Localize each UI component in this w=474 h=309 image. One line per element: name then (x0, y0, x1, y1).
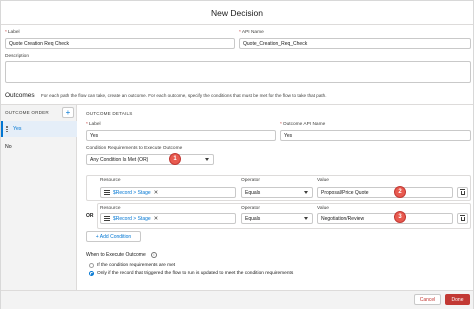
value-header: Value (317, 206, 329, 211)
description-textarea[interactable] (5, 61, 471, 83)
close-icon[interactable]: ✕ (154, 216, 159, 222)
done-button[interactable]: Done (445, 294, 470, 305)
outcome-api-name-input[interactable]: Yes (280, 130, 471, 141)
api-name-field-label: *API Name (239, 30, 264, 35)
radio-condition-met-label: If the condition requirements are met (97, 263, 176, 268)
operator-header: Operator (241, 206, 260, 211)
label-input[interactable]: Quote Creation Req Check (5, 38, 235, 49)
resource-pill[interactable]: $Record > Stage (113, 216, 151, 222)
modal-footer (1, 290, 473, 309)
close-icon[interactable]: ✕ (154, 190, 159, 196)
radio-only-if-updated-label: Only if the record that triggered the fl… (97, 271, 294, 276)
outcome-label-field-label: *Label (86, 122, 101, 127)
radio-only-if-updated[interactable] (89, 271, 94, 276)
required-marker: * (239, 30, 241, 35)
annotation-badge-1: 1 (169, 153, 181, 165)
or-label: OR (86, 213, 94, 219)
value-input[interactable]: Proposal/Price Quote (317, 187, 453, 198)
label-field-label: *Label (5, 30, 20, 35)
required-marker: * (280, 122, 282, 127)
annotation-badge-2: 2 (394, 186, 406, 198)
add-condition-button[interactable]: + Add Condition (86, 231, 141, 242)
outcome-order-label: OUTCOME ORDER (5, 110, 49, 115)
add-outcome-button[interactable]: + (62, 107, 74, 118)
value-input[interactable]: Negotiation/Review (317, 213, 453, 224)
chevron-down-icon (205, 158, 209, 161)
description-field-label: Description (5, 54, 29, 59)
resource-list-icon (104, 190, 110, 195)
modal-title: New Decision (211, 7, 263, 18)
required-marker: * (5, 30, 7, 35)
condition-requirements-label: Condition Requirements to Execute Outcom… (86, 146, 183, 151)
delete-condition-button[interactable] (457, 187, 468, 198)
chevron-down-icon (304, 217, 308, 220)
resource-list-icon (104, 216, 110, 221)
operator-select[interactable]: Equals (241, 187, 313, 198)
condition-requirements-select[interactable]: Any Condition Is Met (OR) (86, 154, 214, 165)
chevron-down-icon (304, 191, 308, 194)
operator-value: Equals (245, 215, 261, 222)
resource-pill[interactable]: $Record > Stage (113, 190, 151, 196)
trash-icon (460, 214, 465, 221)
outcomes-title: Outcomes (5, 92, 35, 99)
operator-select[interactable]: Equals (241, 213, 313, 224)
delete-condition-button[interactable] (457, 213, 468, 224)
outcome-api-name-field-label: *Outcome API Name (280, 122, 326, 127)
drag-handle-icon[interactable] (6, 126, 8, 132)
execute-outcome-label: When to Execute Outcome (86, 252, 146, 258)
radio-condition-met[interactable] (89, 263, 94, 268)
outcome-item-label: Yes (13, 126, 22, 132)
modal-header: New Decision (1, 1, 473, 25)
resource-header: Resource (100, 206, 121, 211)
outcome-label-input[interactable]: Yes (86, 130, 276, 141)
resource-input[interactable]: $Record > Stage ✕ (100, 213, 236, 224)
resource-input[interactable]: $Record > Stage ✕ (100, 187, 236, 198)
resource-header: Resource (100, 178, 121, 183)
annotation-badge-3: 3 (394, 211, 406, 223)
condition-requirements-value: Any Condition Is Met (OR) (90, 156, 149, 163)
outcomes-description: For each path the flow can take, create … (41, 93, 327, 98)
operator-value: Equals (245, 189, 261, 196)
trash-icon (460, 188, 465, 195)
info-icon[interactable]: i (151, 252, 157, 258)
outcome-item-no[interactable]: No (5, 144, 12, 150)
outcome-details-title: OUTCOME DETAILS (86, 111, 133, 116)
value-header: Value (317, 178, 329, 183)
cancel-button[interactable]: Cancel (414, 294, 441, 305)
api-name-input[interactable]: Quote_Creation_Req_Check (239, 38, 471, 49)
operator-header: Operator (241, 178, 260, 183)
required-marker: * (86, 122, 88, 127)
new-decision-modal: New Decision *Label Quote Creation Req C… (0, 0, 474, 309)
